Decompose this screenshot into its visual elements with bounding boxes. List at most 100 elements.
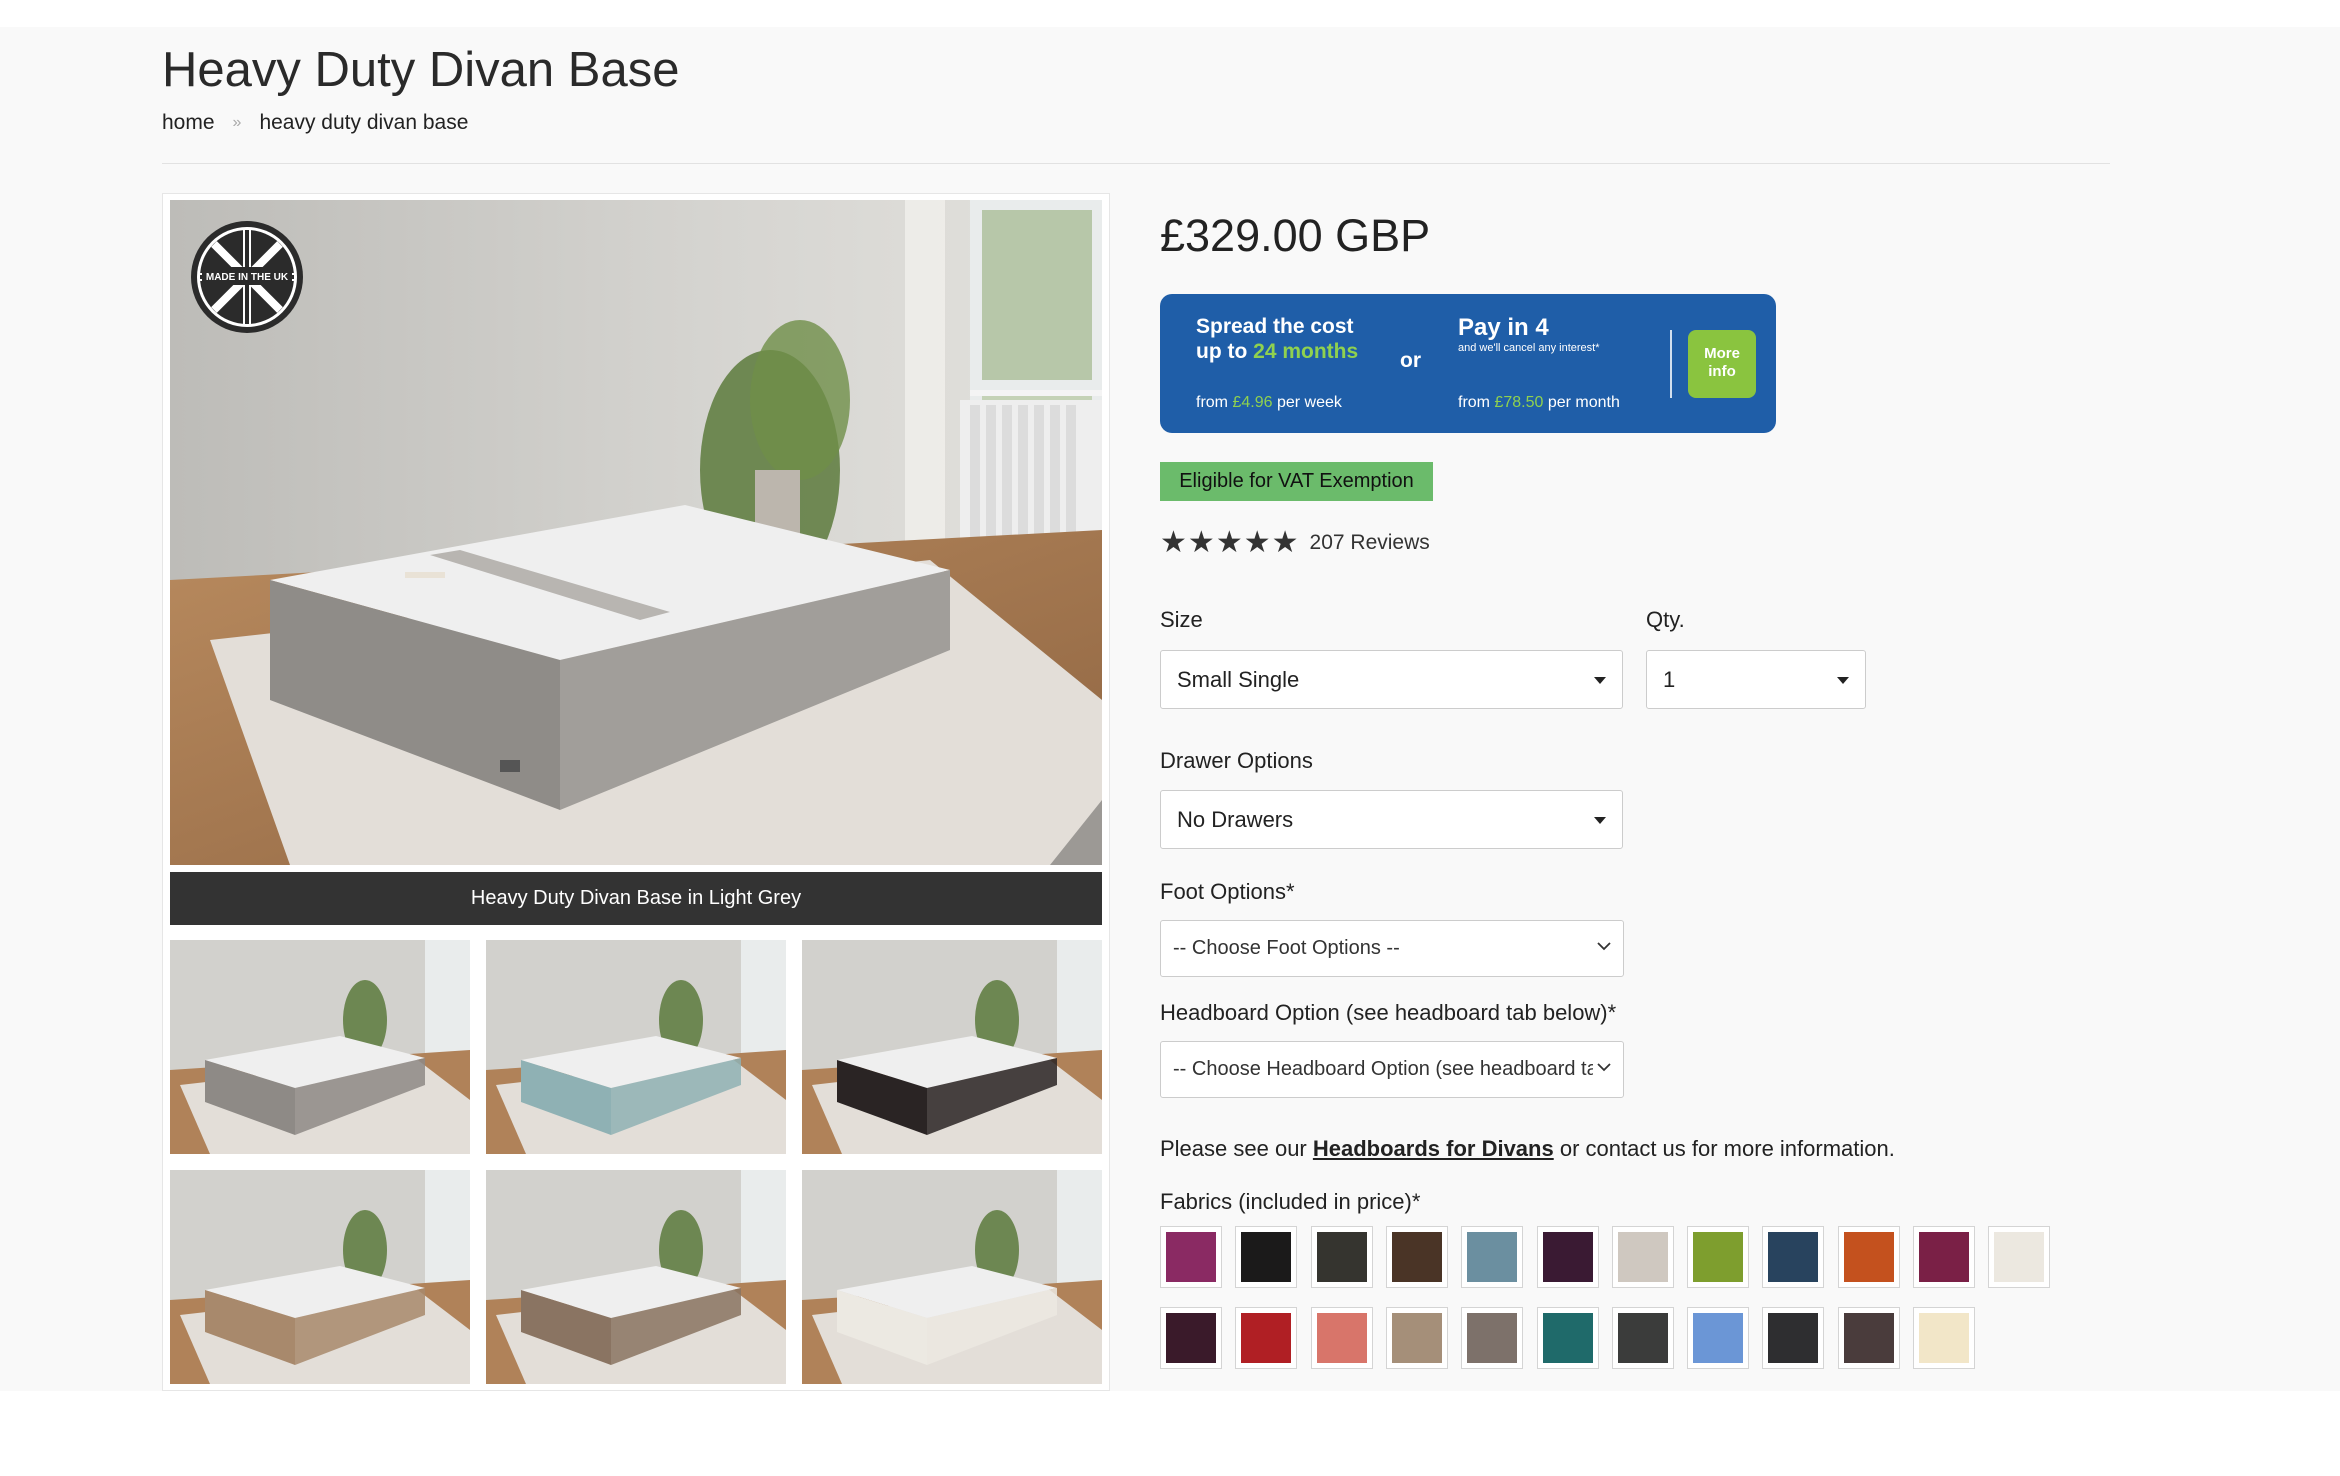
star-icon: ★ [1187,526,1215,559]
fabric-swatch[interactable] [1160,1307,1222,1369]
size-label: Size [1160,607,1203,632]
headboards-for-divans-link[interactable]: Headboards for Divans [1313,1136,1554,1161]
image-caption: Heavy Duty Divan Base in Light Grey [170,872,1102,925]
finance-or: or [1400,349,1421,372]
fabric-swatch[interactable] [1762,1226,1825,1288]
foot-select-value: -- Choose Foot Options -- [1173,937,1400,959]
fabric-swatch-color [1617,1232,1668,1282]
star-icon: ★ [1160,526,1187,559]
fabric-swatch[interactable] [1837,1307,1900,1369]
fabrics-label: Fabrics (included in price)* [1160,1189,1421,1214]
fabric-swatch[interactable] [1611,1307,1674,1369]
reviews-count[interactable]: 207 Reviews [1310,531,1430,555]
fabric-swatch-color [1843,1313,1894,1363]
fabric-swatch-color [1693,1313,1744,1363]
gallery-thumbnail[interactable] [486,1170,786,1384]
monthly-price-text: from £78.50 per month [1458,394,1620,411]
size-select[interactable]: Small Single [1160,650,1623,709]
finance-banner[interactable]: Spread the cost up to 24 months from £4.… [1160,294,1776,433]
weekly-price-text: from £4.96 per week [1196,394,1342,411]
fabric-swatch-color [1166,1232,1216,1282]
breadcrumb: home » heavy duty divan base [162,111,468,135]
fabric-swatch-color [1467,1313,1518,1363]
more-info-button[interactable]: More info [1688,330,1756,398]
chevron-down-icon [1597,942,1611,951]
foot-options-label: Foot Options* [1160,879,1295,904]
top-strip [0,0,2340,27]
breadcrumb-home-link[interactable]: home [162,111,215,135]
fabric-swatch-color [1768,1313,1819,1363]
product-price: £329.00 GBP [1160,210,1431,261]
fabric-swatch[interactable] [1611,1226,1674,1288]
fabric-swatch-color [1391,1232,1442,1282]
fabric-swatch-color [1241,1232,1292,1282]
gallery-thumbnail[interactable] [170,1170,470,1384]
qty-label: Qty. [1646,607,1685,632]
fabric-swatch-color [1467,1232,1518,1282]
pay-in-4-title: Pay in 4 [1458,314,1549,341]
qty-select[interactable]: 1 [1646,650,1866,709]
fabric-swatch-color [1542,1232,1593,1282]
fabric-swatch[interactable] [1385,1226,1448,1288]
fabric-swatch[interactable] [1913,1226,1975,1288]
gallery-thumbnail[interactable] [486,940,786,1154]
fabric-swatch[interactable] [1310,1307,1373,1369]
fabric-swatch-color [1843,1232,1894,1282]
fabric-swatch[interactable] [1687,1307,1750,1369]
headboard-select-value: -- Choose Headboard Option (see headboar… [1173,1058,1593,1080]
gallery-thumbnail[interactable] [802,1170,1102,1384]
foot-options-select[interactable]: -- Choose Foot Options -- [1160,920,1624,977]
fabric-swatch-color [1994,1232,2045,1282]
fabric-swatch-color [1693,1232,1744,1282]
headboard-option-select[interactable]: -- Choose Headboard Option (see headboar… [1160,1041,1624,1098]
fabric-swatch-color [1768,1232,1819,1282]
badge-text: MADE IN THE UK [206,272,289,283]
star-icon: ★ [1243,526,1271,559]
caret-down-icon [1837,677,1849,684]
fabric-swatch-color [1391,1313,1442,1363]
caret-down-icon [1594,817,1606,824]
gallery-thumbnail[interactable] [802,940,1102,1154]
fabric-swatch-color [1542,1313,1593,1363]
size-select-value: Small Single [1177,666,1300,692]
drawer-options-select[interactable]: No Drawers [1160,790,1623,849]
drawer-options-label: Drawer Options [1160,748,1313,773]
breadcrumb-current: heavy duty divan base [259,111,469,134]
qty-select-value: 1 [1663,666,1676,692]
fabric-swatch-color [1316,1313,1367,1363]
fabric-swatch-color [1241,1313,1292,1363]
fabric-swatch[interactable] [1461,1307,1524,1369]
fabric-swatch[interactable] [1988,1226,2051,1288]
fabric-swatch[interactable] [1310,1226,1373,1288]
caret-down-icon [1594,677,1606,684]
fabric-swatch-color [1166,1313,1216,1363]
headboard-option-label: Headboard Option (see headboard tab belo… [1160,1000,1617,1025]
fabric-swatch[interactable] [1235,1226,1298,1288]
rating[interactable]: ★ ★ ★ ★ ★ 207 Reviews [1160,527,1430,559]
fabric-swatch-color [1316,1232,1367,1282]
main-product-image[interactable] [170,200,1102,865]
fabric-swatch[interactable] [1235,1307,1298,1369]
fabric-swatch[interactable] [1536,1307,1599,1369]
vat-exemption-badge: Eligible for VAT Exemption [1160,462,1433,501]
breadcrumb-separator: » [232,114,242,131]
fabric-swatch[interactable] [1385,1307,1448,1369]
header-divider [162,163,2110,164]
made-in-uk-badge: MADE IN THE UK [190,220,304,334]
chevron-down-icon [1597,1063,1611,1072]
pay-in-4-note: and we'll cancel any interest* [1458,342,1600,354]
fabric-swatch[interactable] [1762,1307,1825,1369]
fabric-swatch[interactable] [1536,1226,1599,1288]
gallery-thumbnail[interactable] [170,940,470,1154]
page-title: Heavy Duty Divan Base [162,43,680,97]
star-icon: ★ [1271,526,1299,559]
finance-divider [1670,330,1672,398]
fabric-swatch[interactable] [1160,1226,1222,1288]
fabric-swatch-color [1617,1313,1668,1363]
fabric-swatch[interactable] [1837,1226,1900,1288]
fabric-swatch[interactable] [1913,1307,1975,1369]
fabric-swatch[interactable] [1461,1226,1524,1288]
spread-cost-text: Spread the cost up to 24 months [1196,315,1359,363]
fabric-swatch-color [1919,1313,1969,1363]
fabric-swatch[interactable] [1687,1226,1750,1288]
